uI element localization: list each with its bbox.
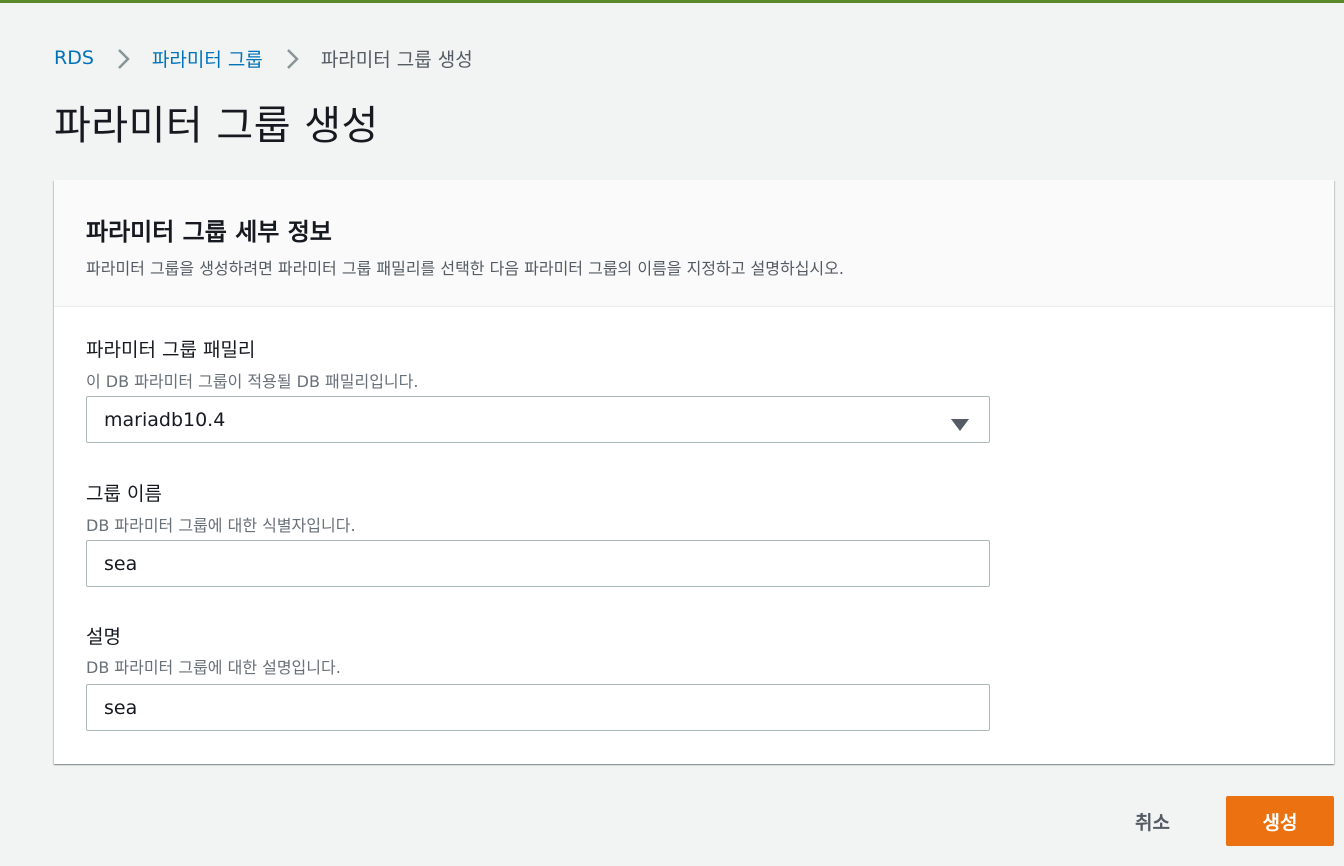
breadcrumb-rds[interactable]: RDS	[54, 47, 94, 69]
description-label: 설명	[86, 626, 121, 648]
family-description: 이 DB 파라미터 그룹이 적용될 DB 패밀리입니다.	[86, 372, 419, 391]
parameter-group-details-panel: 파라미터 그룹 세부 정보 파라미터 그룹을 생성하려면 파라미터 그룹 패밀리…	[54, 180, 1334, 764]
caret-down-icon	[951, 414, 969, 436]
group-name-description: DB 파라미터 그룹에 대한 식별자입니다.	[86, 516, 356, 535]
cancel-button[interactable]: 취소	[1115, 798, 1190, 845]
panel-header: 파라미터 그룹 세부 정보 파라미터 그룹을 생성하려면 파라미터 그룹 패밀리…	[54, 180, 1334, 307]
family-label: 파라미터 그룹 패밀리	[86, 339, 256, 361]
family-select[interactable]: mariadb10.4	[86, 396, 990, 443]
breadcrumb-parameter-groups[interactable]: 파라미터 그룹	[152, 45, 263, 72]
chevron-right-icon	[104, 44, 144, 72]
description-input[interactable]: sea	[86, 684, 990, 731]
group-name-input[interactable]: sea	[86, 540, 990, 587]
page-title: 파라미터 그룹 생성	[54, 103, 379, 149]
group-name-value: sea	[104, 552, 138, 575]
group-name-label: 그룹 이름	[86, 483, 162, 505]
breadcrumb-current: 파라미터 그룹 생성	[320, 48, 473, 71]
create-button[interactable]: 생성	[1226, 796, 1334, 846]
chevron-right-icon	[273, 44, 313, 72]
form-actions: 취소 생성	[1115, 796, 1334, 846]
description-value: sea	[104, 696, 138, 719]
panel-title: 파라미터 그룹 세부 정보	[86, 218, 332, 246]
family-select-value: mariadb10.4	[104, 408, 226, 431]
description-description: DB 파라미터 그룹에 대한 설명입니다.	[86, 658, 341, 677]
breadcrumb: RDS 파라미터 그룹 파라미터 그룹 생성	[54, 44, 473, 72]
top-accent-bar	[0, 0, 1344, 3]
panel-description: 파라미터 그룹을 생성하려면 파라미터 그룹 패밀리를 선택한 다음 파라미터 …	[86, 259, 844, 278]
